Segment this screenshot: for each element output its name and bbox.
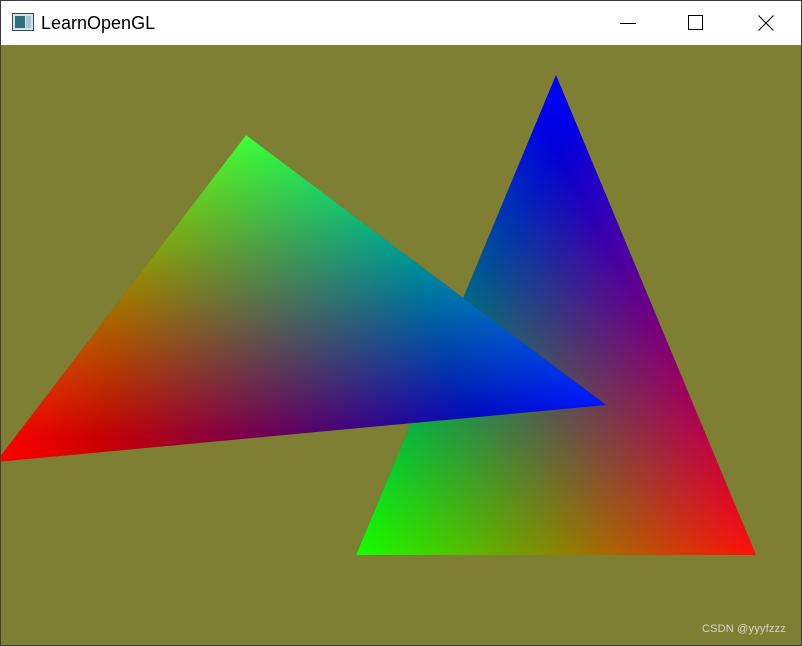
minimize-button[interactable] xyxy=(605,1,651,45)
maximize-icon xyxy=(688,15,703,30)
close-button[interactable] xyxy=(743,1,789,45)
watermark-text: CSDN @yyyfzzz xyxy=(701,623,786,635)
maximize-button[interactable] xyxy=(673,1,719,45)
scene-canvas xyxy=(1,75,756,555)
window-title: LearnOpenGL xyxy=(41,13,156,33)
title-bar[interactable]: LearnOpenGL xyxy=(1,1,801,45)
app-window: LearnOpenGL CSDN @yyyfzzz xyxy=(0,0,802,646)
close-icon xyxy=(758,15,774,31)
app-icon xyxy=(12,13,34,31)
render-viewport[interactable]: CSDN @yyyfzzz xyxy=(1,45,801,645)
minimize-icon xyxy=(620,23,636,24)
